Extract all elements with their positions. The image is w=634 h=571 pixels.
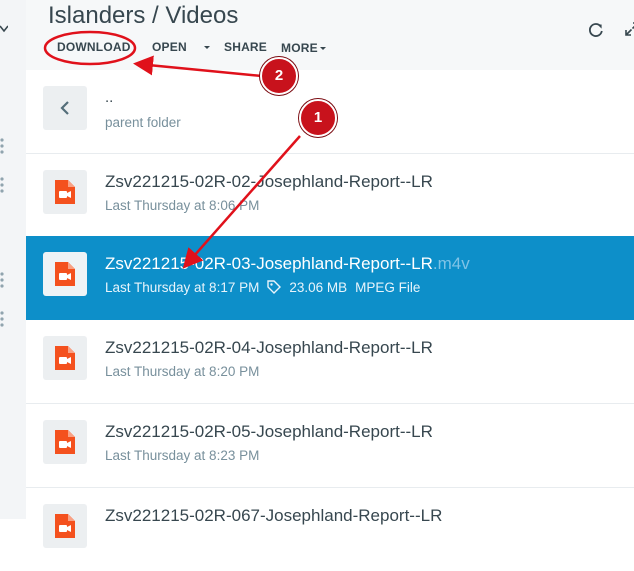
file-meta: Last Thursday at 8:17 PM 23.06 MB MPEG Fil… [105, 280, 420, 295]
step-2-badge: 2 [260, 57, 298, 95]
list-item-file[interactable]: Zsv221215-02R-02-Josephland-Report--LR L… [26, 154, 634, 238]
more-caret-icon[interactable] [320, 47, 326, 50]
file-date: Last Thursday at 8:06 PM [105, 198, 260, 213]
file-date: Last Thursday at 8:23 PM [105, 448, 260, 463]
file-name: Zsv221215-02R-04-Josephland-Report--LR [105, 338, 433, 357]
tag-icon[interactable] [267, 280, 282, 294]
more-button[interactable]: MORE [281, 41, 318, 55]
download-button[interactable]: DOWNLOAD [57, 40, 131, 54]
file-size: 23.06 MB [289, 280, 348, 295]
file-thumbnail [43, 252, 87, 296]
list-item-file[interactable]: Zsv221215-02R-05-Josephland-Report--LR L… [26, 404, 634, 488]
file-name: Zsv221215-02R-03-Josephland-Report--LR.m… [105, 254, 470, 274]
video-file-icon [55, 514, 75, 538]
chevron-down-icon[interactable] [0, 22, 8, 36]
file-kind: MPEG File [355, 280, 421, 295]
left-sidebar [0, 0, 27, 519]
file-date: Last Thursday at 8:20 PM [105, 364, 260, 379]
file-name: Zsv221215-02R-05-Josephland-Report--LR [105, 422, 433, 441]
more-vert-icon[interactable] [0, 310, 4, 328]
share-button[interactable]: SHARE [224, 40, 267, 54]
file-name: .. [105, 89, 114, 106]
open-button[interactable]: OPEN [152, 40, 187, 54]
file-name: Zsv221215-02R-02-Josephland-Report--LR [105, 172, 433, 191]
refresh-icon[interactable] [588, 22, 604, 38]
more-vert-icon[interactable] [0, 271, 4, 289]
file-name: Zsv221215-02R-067-Josephland-Report--LR [105, 506, 443, 525]
folder-header: Islanders / Videos DOWNLOAD OPEN SHARE M… [26, 0, 634, 70]
file-meta: parent folder [105, 115, 181, 130]
video-file-icon [55, 346, 75, 370]
video-file-icon [55, 430, 75, 454]
chevron-left-icon [60, 101, 69, 115]
video-file-icon [55, 262, 75, 286]
more-vert-icon[interactable] [0, 137, 4, 155]
list-item-file[interactable]: Zsv221215-02R-067-Josephland-Report--LR [26, 488, 634, 571]
page-title: Islanders / Videos [48, 2, 239, 29]
file-thumbnail [43, 504, 87, 548]
file-extension: .m4v [432, 254, 470, 273]
video-file-icon [55, 180, 75, 204]
more-vert-icon[interactable] [0, 176, 4, 194]
back-thumbnail [43, 86, 87, 130]
file-thumbnail [43, 170, 87, 214]
step-1-badge: 1 [299, 99, 337, 137]
file-date: Last Thursday at 8:17 PM [105, 280, 260, 295]
expand-icon[interactable] [625, 22, 634, 36]
list-item-file[interactable]: Zsv221215-02R-04-Josephland-Report--LR L… [26, 320, 634, 404]
file-thumbnail [43, 420, 87, 464]
open-options-caret-icon[interactable] [204, 46, 210, 49]
file-basename: Zsv221215-02R-03-Josephland-Report--LR [105, 254, 433, 273]
list-item-file-selected[interactable]: Zsv221215-02R-03-Josephland-Report--LR.m… [26, 236, 634, 321]
file-thumbnail [43, 336, 87, 380]
